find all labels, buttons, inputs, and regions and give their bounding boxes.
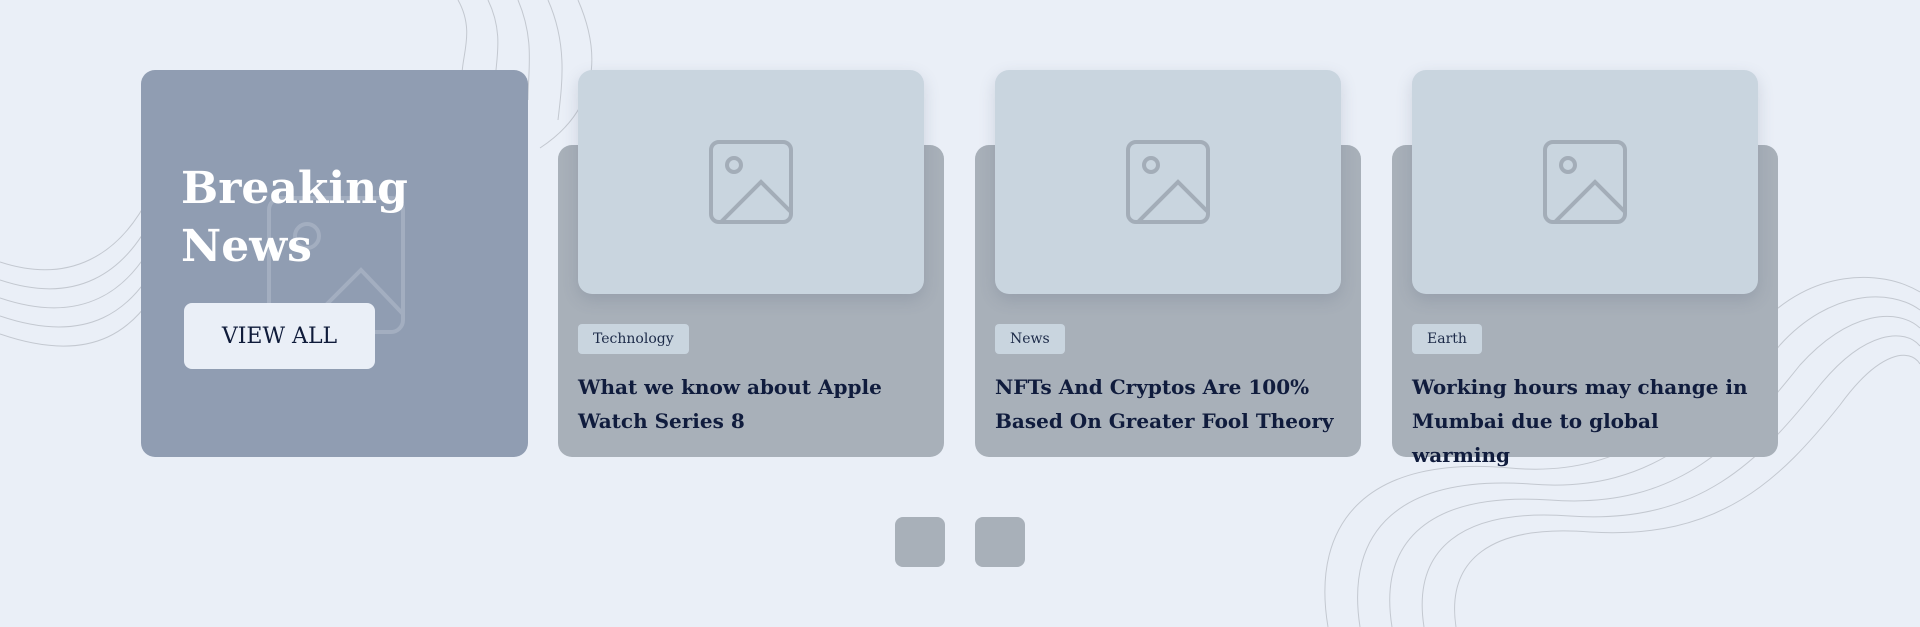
article-title[interactable]: What we know about Apple Watch Series 8: [578, 370, 928, 438]
category-tag[interactable]: Earth: [1412, 324, 1482, 354]
breaking-news-panel: Breaking News VIEW ALL: [141, 70, 528, 457]
image-placeholder-icon: [1126, 140, 1210, 224]
article-title[interactable]: Working hours may change in Mumbai due t…: [1412, 370, 1762, 472]
news-card[interactable]: News NFTs And Cryptos Are 100% Based On …: [975, 70, 1361, 457]
image-placeholder-icon: [709, 140, 793, 224]
card-thumbnail[interactable]: [578, 70, 924, 294]
image-placeholder-icon: [1543, 140, 1627, 224]
article-title[interactable]: NFTs And Cryptos Are 100% Based On Great…: [995, 370, 1345, 438]
breaking-news-title: Breaking News: [181, 163, 408, 272]
category-tag[interactable]: News: [995, 324, 1065, 354]
category-tag[interactable]: Technology: [578, 324, 689, 354]
view-all-button[interactable]: VIEW ALL: [184, 303, 375, 369]
pagination-button-2[interactable]: [975, 517, 1025, 567]
card-thumbnail[interactable]: [1412, 70, 1758, 294]
news-card[interactable]: Earth Working hours may change in Mumbai…: [1392, 70, 1778, 467]
pagination-button-1[interactable]: [895, 517, 945, 567]
card-thumbnail[interactable]: [995, 70, 1341, 294]
news-card[interactable]: Technology What we know about Apple Watc…: [558, 70, 944, 457]
